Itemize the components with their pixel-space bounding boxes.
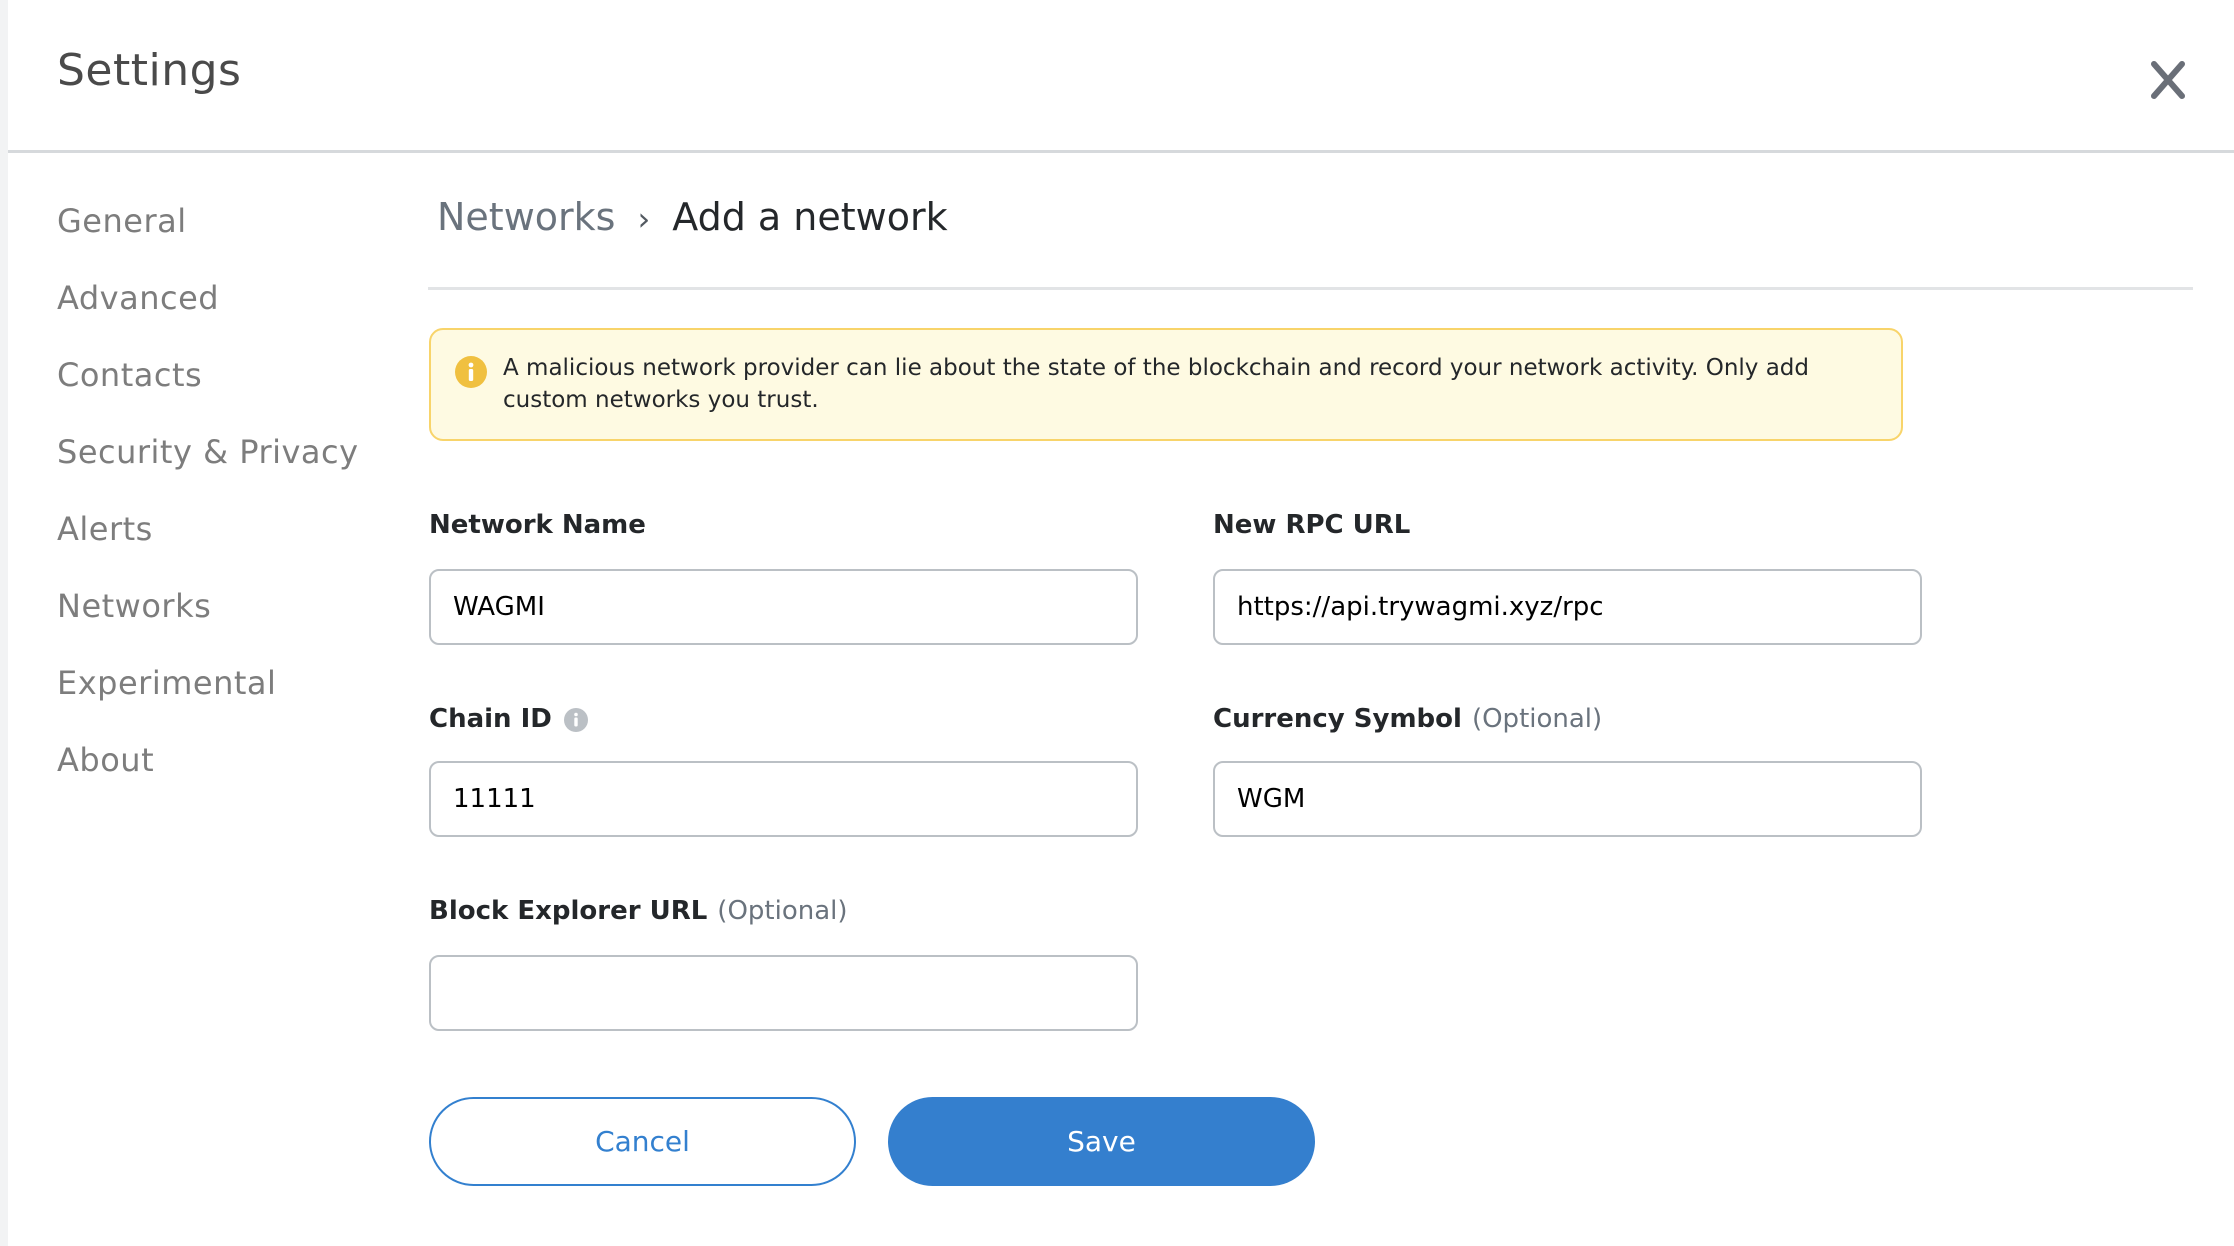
chain-id-label: Chain ID <box>429 704 588 734</box>
block-explorer-label: Block Explorer URL (Optional) <box>429 896 848 926</box>
warning-banner: A malicious network provider can lie abo… <box>429 328 1903 441</box>
sidebar-item-experimental[interactable]: Experimental <box>57 664 276 702</box>
settings-panel: Settings General Advanced Contacts Secur… <box>8 0 2234 1246</box>
sidebar-item-networks[interactable]: Networks <box>57 587 211 625</box>
settings-header: Settings <box>8 0 2234 153</box>
sidebar-item-about[interactable]: About <box>57 741 154 779</box>
network-name-input[interactable] <box>429 569 1138 645</box>
sidebar-item-security-privacy[interactable]: Security & Privacy <box>57 433 359 471</box>
breadcrumb-networks-link[interactable]: Networks <box>437 195 615 239</box>
currency-symbol-input[interactable] <box>1213 761 1922 837</box>
close-icon <box>2151 61 2185 99</box>
breadcrumb: Networks › Add a network <box>437 195 948 239</box>
warning-text: A malicious network provider can lie abo… <box>503 355 1810 413</box>
page-title: Settings <box>57 45 242 96</box>
info-icon[interactable] <box>563 707 588 732</box>
block-explorer-label-text: Block Explorer URL <box>429 896 708 926</box>
chevron-right-icon: › <box>637 200 651 238</box>
currency-symbol-label-text: Currency Symbol <box>1213 704 1462 734</box>
sidebar-item-advanced[interactable]: Advanced <box>57 279 219 317</box>
rpc-url-input[interactable] <box>1213 569 1922 645</box>
currency-symbol-label: Currency Symbol (Optional) <box>1213 704 1602 734</box>
chain-id-input[interactable] <box>429 761 1138 837</box>
chain-id-label-text: Chain ID <box>429 704 552 734</box>
optional-tag: (Optional) <box>717 896 848 926</box>
block-explorer-input[interactable] <box>429 955 1138 1031</box>
cancel-button[interactable]: Cancel <box>429 1097 856 1186</box>
network-name-label: Network Name <box>429 510 646 540</box>
sidebar-item-general[interactable]: General <box>57 202 187 240</box>
save-button[interactable]: Save <box>888 1097 1315 1186</box>
info-icon <box>455 356 487 388</box>
sidebar-item-alerts[interactable]: Alerts <box>57 510 153 548</box>
breadcrumb-current: Add a network <box>672 195 948 239</box>
close-button[interactable] <box>2144 56 2192 104</box>
section-divider <box>428 287 2193 290</box>
rpc-url-label: New RPC URL <box>1213 510 1411 540</box>
sidebar-item-contacts[interactable]: Contacts <box>57 356 202 394</box>
optional-tag: (Optional) <box>1471 704 1603 734</box>
